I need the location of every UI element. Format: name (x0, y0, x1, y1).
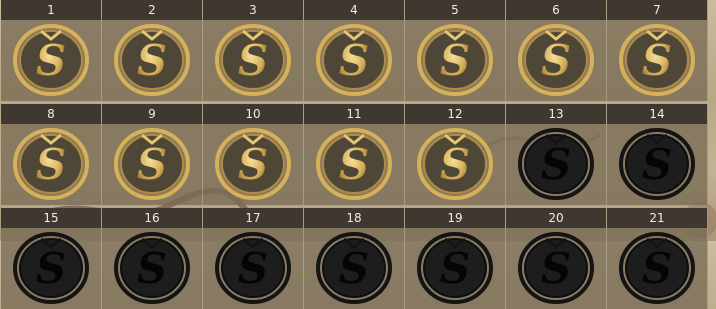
slot-number: 2 (102, 0, 202, 20)
medal-slot[interactable]: 18 S (304, 208, 405, 309)
medal-slot[interactable]: 15 S (1, 208, 102, 309)
medal-slot[interactable]: 1 S (1, 0, 102, 101)
svg-text:S: S (642, 140, 672, 189)
medal-slot[interactable]: 12 S (405, 104, 506, 205)
s-medal-icon: S (213, 127, 293, 201)
svg-text:S: S (541, 36, 571, 85)
s-medal-icon: S (11, 127, 91, 201)
slot-number: 16 (102, 208, 202, 228)
s-medal-icon-locked: S (11, 231, 91, 305)
svg-text:S: S (339, 244, 369, 293)
svg-text:S: S (339, 140, 369, 189)
svg-text:S: S (642, 36, 672, 85)
svg-text:S: S (541, 140, 571, 189)
slot-number: 20 (506, 208, 606, 228)
medal-slot[interactable]: 21 S (607, 208, 708, 309)
s-medal-icon: S (617, 23, 697, 97)
slot-number: 21 (607, 208, 707, 228)
s-medal-icon: S (11, 23, 91, 97)
medal-slot[interactable]: 8 S (1, 104, 102, 205)
svg-text:S: S (36, 140, 66, 189)
slot-number: 17 (203, 208, 303, 228)
s-medal-icon-locked: S (112, 231, 192, 305)
s-medal-icon-locked: S (213, 231, 293, 305)
s-medal-icon-locked: S (617, 127, 697, 201)
medal-slot[interactable]: 4 S (304, 0, 405, 101)
slot-number: 9 (102, 104, 202, 124)
medal-slot[interactable]: 6 S (506, 0, 607, 101)
medal-slot[interactable]: 7 S (607, 0, 708, 101)
medal-slot[interactable]: 20 S (506, 208, 607, 309)
svg-text:S: S (238, 36, 268, 85)
svg-text:S: S (339, 36, 369, 85)
svg-text:S: S (137, 140, 167, 189)
s-medal-icon: S (415, 127, 495, 201)
slot-number: 3 (203, 0, 303, 20)
slot-number: 1 (1, 0, 101, 20)
slot-number: 4 (304, 0, 404, 20)
medal-slot[interactable]: 17 S (203, 208, 304, 309)
slot-number: 8 (1, 104, 101, 124)
slot-number: 5 (405, 0, 505, 20)
svg-text:S: S (238, 244, 268, 293)
s-medal-icon-locked: S (415, 231, 495, 305)
s-medal-icon: S (415, 23, 495, 97)
s-medal-icon: S (112, 127, 192, 201)
svg-text:S: S (440, 36, 470, 85)
s-medal-icon-locked: S (516, 231, 596, 305)
slot-number: 13 (506, 104, 606, 124)
s-medal-icon: S (213, 23, 293, 97)
medal-slot[interactable]: 19 S (405, 208, 506, 309)
medal-slot[interactable]: 9 S (102, 104, 203, 205)
medal-slot[interactable]: 11 S (304, 104, 405, 205)
svg-text:S: S (642, 244, 672, 293)
slot-number: 7 (607, 0, 707, 20)
medal-slot[interactable]: 2 S (102, 0, 203, 101)
svg-text:S: S (440, 244, 470, 293)
slot-number: 14 (607, 104, 707, 124)
svg-text:S: S (137, 244, 167, 293)
s-medal-icon: S (314, 23, 394, 97)
s-medal-icon-locked: S (617, 231, 697, 305)
s-medal-icon-locked: S (516, 127, 596, 201)
slot-number: 6 (506, 0, 606, 20)
medal-slot[interactable]: 16 S (102, 208, 203, 309)
svg-text:S: S (36, 244, 66, 293)
slot-number: 11 (304, 104, 404, 124)
medal-slot[interactable]: 3 S (203, 0, 304, 101)
svg-text:S: S (541, 244, 571, 293)
s-medal-icon: S (516, 23, 596, 97)
s-medal-icon: S (112, 23, 192, 97)
slot-number: 10 (203, 104, 303, 124)
svg-text:S: S (440, 140, 470, 189)
svg-text:S: S (238, 140, 268, 189)
medal-slot[interactable]: 5 S (405, 0, 506, 101)
svg-text:S: S (36, 36, 66, 85)
slot-number: 12 (405, 104, 505, 124)
svg-text:S: S (137, 36, 167, 85)
medal-slot[interactable]: 14 S (607, 104, 708, 205)
slot-number: 18 (304, 208, 404, 228)
medal-slot[interactable]: 10 S (203, 104, 304, 205)
medal-slot[interactable]: 13 S (506, 104, 607, 205)
slot-number: 15 (1, 208, 101, 228)
slot-number: 19 (405, 208, 505, 228)
s-medal-icon: S (314, 127, 394, 201)
s-medal-icon-locked: S (314, 231, 394, 305)
medal-grid: 1 S 2 S 3 S 4 S 5 S 6 S 7 S 8 S 9 S 10 S… (0, 0, 716, 309)
